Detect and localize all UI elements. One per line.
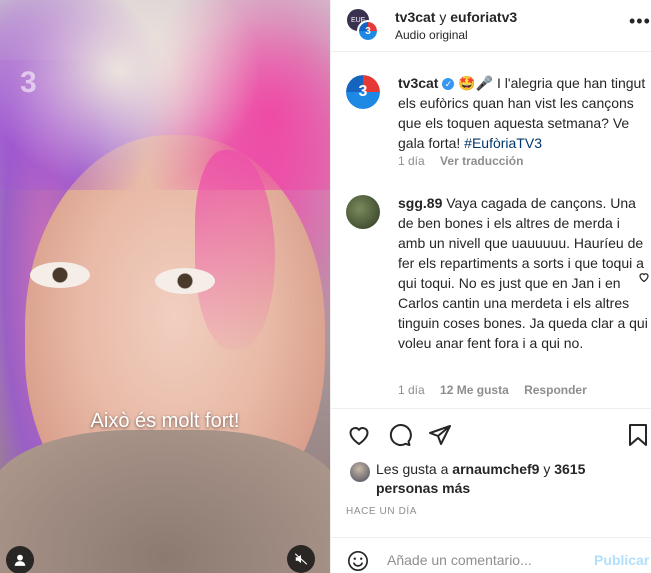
heart-icon[interactable] xyxy=(347,423,371,447)
comment-input[interactable] xyxy=(387,548,577,572)
comment-body: Vaya cagada de cançons. Una de ben bones… xyxy=(398,195,648,351)
post-actions xyxy=(331,408,651,458)
mute-toggle-button[interactable] xyxy=(287,545,315,573)
audio-link[interactable]: Audio original xyxy=(395,28,468,42)
authors-joiner: y xyxy=(435,9,451,25)
comments-list[interactable]: 3 tv3cat ✓ 🤩🎤 I l'alegria que han tingut… xyxy=(331,63,651,408)
liker-avatar[interactable] xyxy=(350,462,370,482)
channel-watermark-logo: 3 xyxy=(20,66,37,99)
avatar-tv3cat[interactable]: 3 xyxy=(357,20,379,42)
bookmark-icon[interactable] xyxy=(627,423,649,447)
post-header: EUF 3 tv3cat y euforiatv3 Audio original… xyxy=(331,0,651,52)
emoji-icon[interactable] xyxy=(347,550,369,572)
caption-comment: 3 tv3cat ✓ 🤩🎤 I l'alegria que han tingut… xyxy=(346,63,646,183)
comment-time[interactable]: 1 día xyxy=(398,383,425,397)
liker-username[interactable]: arnaumchef9 xyxy=(452,461,539,477)
more-options-button[interactable]: ••• xyxy=(629,12,651,30)
collab-avatars[interactable]: EUF 3 xyxy=(346,8,380,42)
publish-button[interactable]: Publicar xyxy=(594,552,649,568)
verified-badge-icon: ✓ xyxy=(442,78,455,90)
comment-like-heart-icon[interactable] xyxy=(638,271,650,283)
likes-prefix: Les gusta a xyxy=(376,461,453,477)
more-horizontal-icon: ••• xyxy=(629,11,651,31)
avatar[interactable] xyxy=(346,195,380,229)
media-hair xyxy=(0,0,330,190)
comment-text: tv3cat ✓ 🤩🎤 I l'alegria que han tingut e… xyxy=(398,73,648,153)
likes-suffix[interactable]: personas más xyxy=(376,480,470,496)
avatar[interactable]: 3 xyxy=(346,75,380,109)
comment-icon[interactable] xyxy=(388,423,412,447)
post-media[interactable]: 3 Això és molt fort! xyxy=(0,0,330,573)
author-link[interactable]: tv3cat xyxy=(395,9,435,25)
comment-composer: Publicar xyxy=(331,537,651,573)
speaker-muted-icon xyxy=(294,553,308,565)
comment-meta: 1 día Ver traducción xyxy=(398,154,535,168)
list-item: sgg.89 Vaya cagada de cançons. Una de be… xyxy=(346,183,648,403)
media-eye-left xyxy=(30,262,90,288)
reply-button[interactable]: Responder xyxy=(524,383,587,397)
user-icon xyxy=(14,554,26,566)
media-scarf xyxy=(0,430,330,573)
tagged-users-button[interactable] xyxy=(6,546,34,573)
comment-meta: 1 día 12 Me gusta Responder xyxy=(398,383,599,397)
hashtag-link[interactable]: #EufòriaTV3 xyxy=(464,135,542,151)
collaborator-link[interactable]: euforiatv3 xyxy=(450,9,517,25)
likes-count[interactable]: 3615 xyxy=(554,461,585,477)
post-timestamp[interactable]: HACE UN DÍA xyxy=(346,506,417,517)
post-side-panel: EUF 3 tv3cat y euforiatv3 Audio original… xyxy=(330,0,651,573)
video-caption: Això és molt fort! xyxy=(90,410,240,432)
likes-summary: Les gusta a arnaumchef9 y 3615 personas … xyxy=(346,460,646,498)
comment-time[interactable]: 1 día xyxy=(398,154,425,168)
media-eye-right xyxy=(155,268,215,294)
comment-text: sgg.89 Vaya cagada de cançons. Una de be… xyxy=(398,193,648,353)
post-authors: tv3cat y euforiatv3 xyxy=(395,9,517,25)
comment-username[interactable]: tv3cat xyxy=(398,75,438,91)
paper-plane-icon[interactable] xyxy=(428,423,452,447)
likes-joiner: y xyxy=(539,461,555,477)
comment-likes[interactable]: 12 Me gusta xyxy=(440,383,509,397)
translate-link[interactable]: Ver traducción xyxy=(440,154,523,168)
comment-username[interactable]: sgg.89 xyxy=(398,195,442,211)
